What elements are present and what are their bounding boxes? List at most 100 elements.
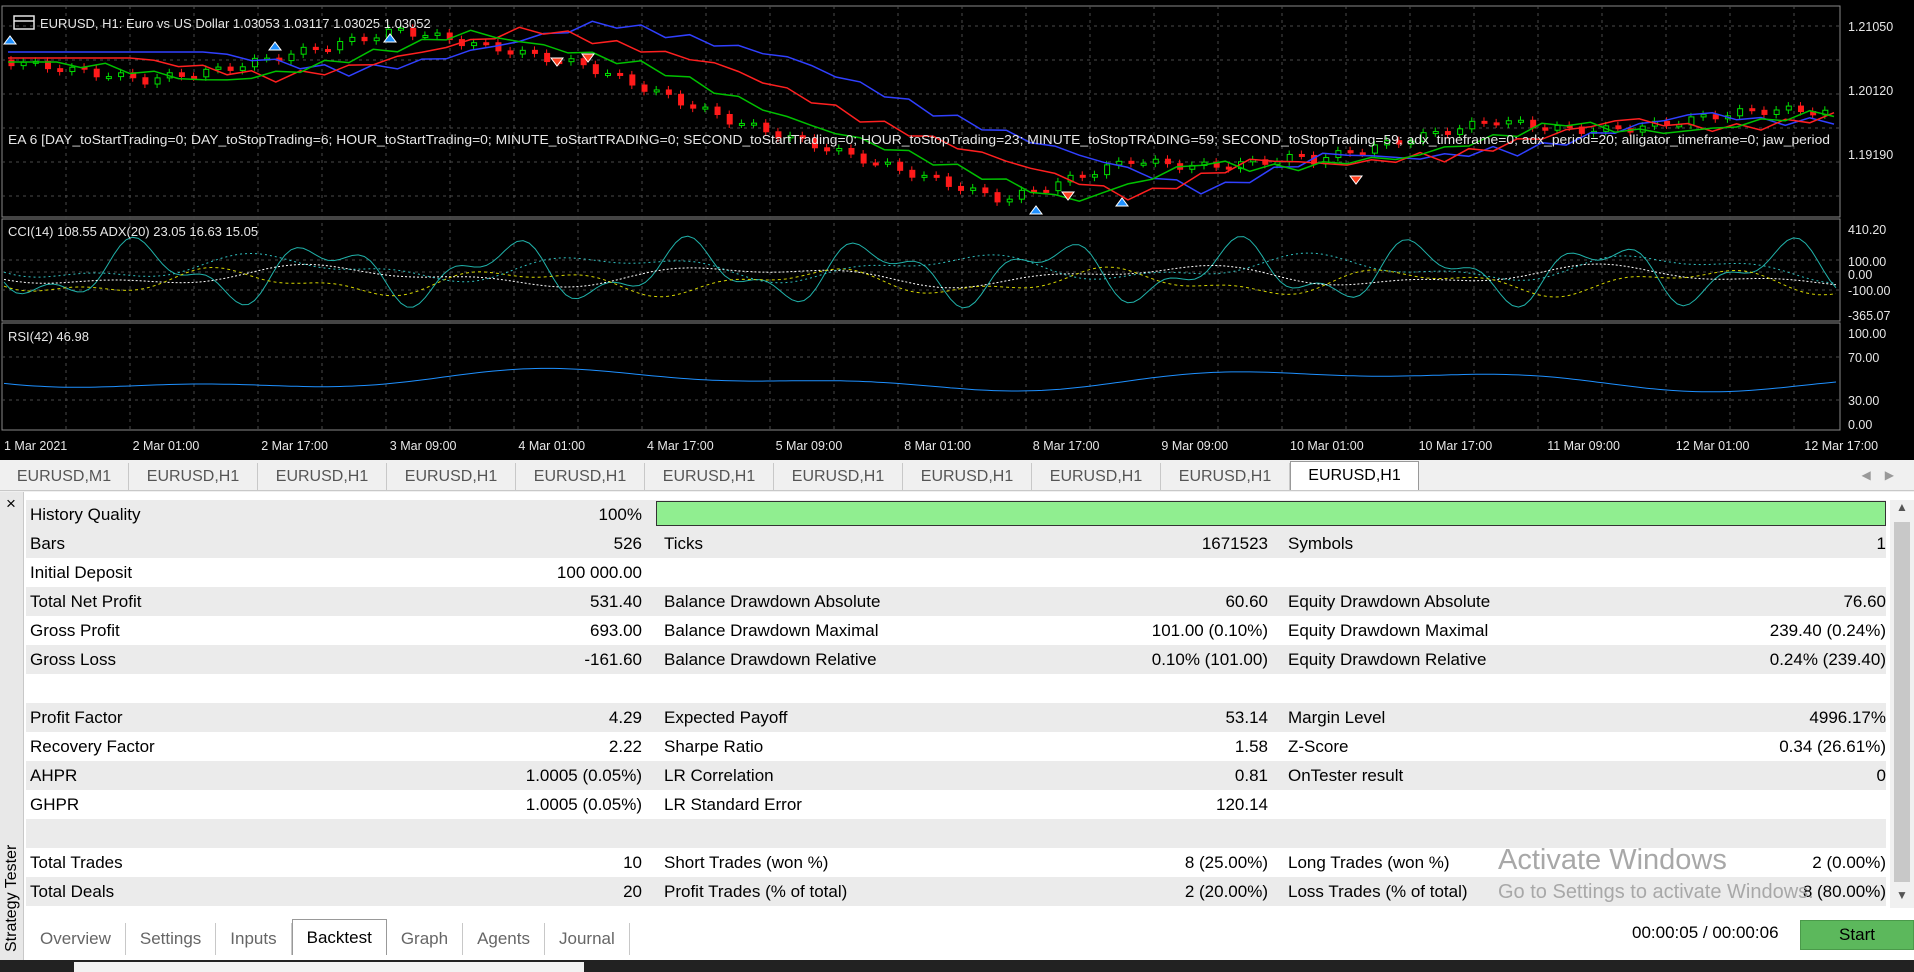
chart-tab-9[interactable]: EURUSD,H1: [1161, 463, 1290, 490]
bull-candle: [349, 36, 356, 43]
rsi-tick-label: 0.00: [1848, 418, 1872, 432]
time-tick-label: 1 Mar 2021: [4, 439, 67, 453]
metric-value: Largest: [326, 906, 644, 908]
bear-candle: [897, 161, 904, 171]
bull-candle: [604, 72, 611, 76]
metric-value: 1.58: [1234, 736, 1268, 756]
chart-area[interactable]: EURUSD, H1: Euro vs US Dollar 1.03053 1.…: [0, 0, 1914, 460]
chart-tab-1[interactable]: EURUSD,H1: [129, 463, 258, 490]
bull-candle: [69, 66, 76, 73]
buy-arrow-icon: [3, 35, 17, 45]
chart-tab-10[interactable]: EURUSD,H1: [1290, 461, 1419, 490]
strategy-tester-label: Strategy Tester: [3, 844, 20, 952]
metric-label: [644, 819, 964, 848]
bull-candle: [471, 42, 478, 47]
bull-candle: [970, 187, 977, 191]
scroll-up-icon[interactable]: ▲: [1890, 500, 1914, 520]
metric-label: [1268, 819, 1588, 848]
bull-candle: [738, 122, 745, 126]
metric-value: 60.60: [1225, 591, 1268, 611]
bull-candle: [884, 161, 891, 165]
price-chart[interactable]: EURUSD, H1: Euro vs US Dollar 1.03053 1.…: [0, 0, 1914, 460]
bear-candle: [872, 162, 879, 166]
taskbar-search-field[interactable]: [74, 962, 584, 972]
tab-scroll-arrows[interactable]: ◀▶: [1862, 468, 1908, 482]
results-scrollbar[interactable]: ▲ ▼: [1890, 500, 1914, 908]
bear-candle: [982, 187, 989, 194]
metric-value: 0: [1876, 765, 1886, 785]
cci-tick-label: 0.00: [1848, 268, 1872, 282]
close-icon[interactable]: ×: [6, 494, 16, 514]
scroll-thumb[interactable]: [1894, 522, 1910, 882]
bear-candle: [1298, 153, 1305, 157]
chart-tab-0[interactable]: EURUSD,M1: [0, 463, 129, 490]
chart-tab-3[interactable]: EURUSD,H1: [387, 463, 516, 490]
chart-tab-8[interactable]: EURUSD,H1: [1032, 463, 1161, 490]
bull-candle: [1517, 119, 1524, 123]
cci-pane-border: [1, 218, 1841, 322]
bear-candle: [227, 66, 234, 71]
tester-sidebar: × Strategy Tester: [0, 492, 24, 960]
time-tick-label: 5 Mar 09:00: [776, 439, 843, 453]
bull-candle: [702, 106, 709, 110]
tester-tab-graph[interactable]: Graph: [387, 923, 464, 955]
bear-candle: [580, 58, 587, 66]
metric-value: 100%: [598, 504, 642, 524]
tester-tab-inputs[interactable]: Inputs: [216, 923, 292, 955]
metric-label: Expected Payoff: [664, 707, 788, 727]
chart-tabs-bar: EURUSD,M1 EURUSD,H1 EURUSD,H1 EURUSD,H1 EURU…: [0, 460, 1914, 491]
chart-tab-5[interactable]: EURUSD,H1: [645, 463, 774, 490]
bull-candle: [836, 148, 843, 152]
tab-scroll-right-icon[interactable]: ▶: [1885, 468, 1908, 482]
adx-main-line: [3, 263, 1837, 289]
chart-tab-2[interactable]: EURUSD,H1: [258, 463, 387, 490]
rsi-tick-label: 70.00: [1848, 351, 1879, 365]
cci-adx-label: CCI(14) 108.55 ADX(20) 23.05 16.63 15.05: [8, 224, 258, 239]
bear-candle: [763, 122, 770, 133]
metric-label: Profit Factor: [30, 707, 123, 727]
chart-tab-6[interactable]: EURUSD,H1: [774, 463, 903, 490]
rsi-tick-label: 100.00: [1848, 327, 1886, 341]
metric-value: 0.81: [1234, 765, 1268, 785]
metric-value: [1588, 790, 1886, 819]
results-row: Profit Factor 4.29 Expected Payoff 53.14 Mar…: [26, 703, 1886, 732]
tester-tab-settings[interactable]: Settings: [126, 923, 217, 955]
start-button[interactable]: Start: [1800, 920, 1914, 950]
metric-label: LR Standard Error: [664, 794, 802, 814]
metric-value: 2 (20.00%): [1184, 881, 1268, 901]
tester-tab-journal[interactable]: Journal: [545, 923, 630, 955]
results-row: Gross Loss -161.60 Balance Drawdown Relati…: [26, 645, 1886, 674]
bear-candle: [142, 77, 149, 85]
rsi-line: [3, 367, 1837, 393]
results-row: AHPR 1.0005 (0.05%) LR Correlation 0.81 OnTe…: [26, 761, 1886, 790]
candlestick-series: [8, 24, 1829, 206]
bear-candle: [544, 52, 551, 63]
metric-value: 1: [1876, 533, 1886, 553]
bear-candle: [945, 176, 952, 187]
chart-header: EURUSD, H1: Euro vs US Dollar 1.03053 1.…: [40, 16, 431, 31]
metric-label: Total Net Profit: [30, 591, 142, 611]
chart-tab-7[interactable]: EURUSD,H1: [903, 463, 1032, 490]
metric-value: 1.0005 (0.05%): [525, 765, 642, 785]
metric-label: Z-Score: [1288, 736, 1349, 756]
metric-value: 10: [623, 852, 642, 872]
metric-value: [326, 674, 644, 703]
chart-tab-4[interactable]: EURUSD,H1: [516, 463, 645, 490]
bull-candle: [1091, 174, 1098, 178]
tester-tab-overview[interactable]: Overview: [26, 923, 126, 955]
price-tick-label: 1.19190: [1848, 148, 1893, 162]
tester-tab-backtest[interactable]: Backtest: [291, 919, 387, 955]
results-row: Bars 526 Ticks 1671523 Symbols 1: [26, 529, 1886, 558]
alligator-jaw-line: [8, 20, 1835, 195]
results-row: Total Deals 20 Profit Trades (% of total) 2…: [26, 877, 1886, 906]
scroll-down-icon[interactable]: ▼: [1890, 888, 1914, 908]
time-tick-label: 8 Mar 01:00: [904, 439, 971, 453]
tester-tabs: Overview Settings Inputs Backtest Graph Agent…: [26, 915, 1886, 955]
results-row: Gross Profit 693.00 Balance Drawdown Maxim…: [26, 616, 1886, 645]
time-tick-label: 9 Mar 09:00: [1161, 439, 1228, 453]
tester-tab-agents[interactable]: Agents: [463, 923, 545, 955]
tab-scroll-left-icon[interactable]: ◀: [1862, 468, 1885, 482]
time-tick-label: 4 Mar 01:00: [518, 439, 585, 453]
cci-tick-label: -365.07: [1848, 309, 1890, 323]
price-pane-border: [1, 5, 1841, 218]
